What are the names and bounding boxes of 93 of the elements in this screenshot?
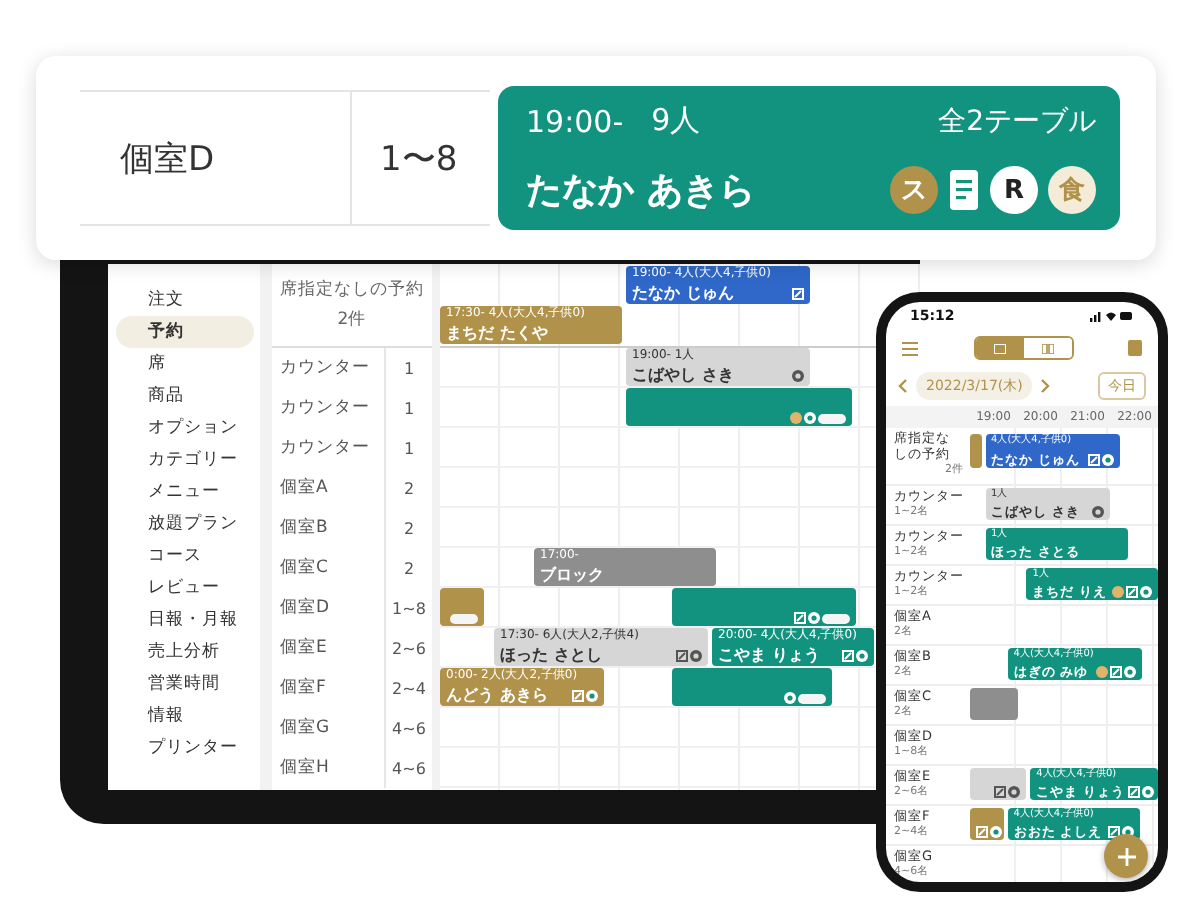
seat-capacity: 1〜8 (350, 92, 490, 224)
guest-name: こばやし さき (632, 368, 734, 384)
booking-card[interactable]: 19:00- 9人 全2テーブル たなか あきら ス R 食 (498, 86, 1120, 230)
seat-icon (856, 650, 868, 662)
sidebar-item[interactable]: 商品 (116, 380, 254, 412)
unassigned-count: 2件 (337, 308, 367, 332)
status-icons (1090, 310, 1134, 322)
person-icon (1096, 665, 1109, 678)
seat-icon (586, 690, 598, 702)
booking-time: 19:00- (526, 103, 624, 139)
menu-icon[interactable] (902, 341, 918, 355)
sidebar-item[interactable]: 売上分析 (116, 636, 254, 668)
seat-name: 個室G (278, 715, 332, 742)
seat-name: 個室F (278, 675, 328, 702)
seat-icon (1139, 585, 1152, 598)
columns-icon (1041, 343, 1053, 353)
edit-icon[interactable] (994, 786, 1007, 798)
tag-icon (798, 693, 826, 703)
sidebar-item[interactable]: 日報・月報 (116, 604, 254, 636)
chevron-left-icon[interactable] (898, 378, 908, 394)
booking-block[interactable] (672, 668, 832, 706)
sidebar-item[interactable]: コース (116, 540, 254, 572)
seat-capacity: 2 (384, 508, 432, 548)
seat-name: 個室A (278, 475, 330, 502)
tag-icon (822, 613, 850, 623)
seat-name: 個室C (278, 555, 330, 582)
staff-badge: ス (890, 166, 938, 214)
guest-name: こやま りょう (718, 648, 820, 664)
seat-icon (1102, 453, 1115, 466)
seat-icon (1008, 786, 1021, 798)
add-button[interactable] (1104, 834, 1148, 878)
seat-capacity: 2~6 (384, 628, 432, 668)
seat-capacity: 1~8 (384, 588, 432, 628)
party-size: 9人 (651, 102, 701, 140)
calendar-icon (993, 343, 1005, 353)
seat-icon (804, 412, 816, 424)
seat-capacity: 2 (384, 468, 432, 508)
seat-capacity: 1 (384, 348, 432, 388)
person-icon (790, 412, 802, 424)
guest-name: たなか じゅん (632, 286, 734, 302)
guest-name: まちだ たくや (446, 326, 548, 342)
sidebar-item[interactable]: 注文 (116, 284, 254, 316)
sidebar-item[interactable]: 情報 (116, 700, 254, 732)
sidebar-item[interactable]: プリンター (116, 732, 254, 764)
table-count: 全2テーブル (938, 103, 1096, 139)
tag-icon (818, 413, 846, 423)
sidebar-item[interactable]: 営業時間 (116, 668, 254, 700)
document-icon (948, 168, 980, 212)
view-toggle[interactable] (975, 338, 1023, 358)
logo-badge: R (990, 166, 1038, 214)
booking-block[interactable] (970, 768, 1027, 800)
seat-name: 個室E (278, 635, 329, 662)
sidebar-item[interactable]: メニュー (116, 476, 254, 508)
chevron-right-icon[interactable] (1040, 378, 1051, 394)
seat-capacity: 1 (384, 428, 432, 468)
guest-name: ブロック (540, 568, 604, 584)
seat-name: 個室B (278, 515, 330, 542)
booking-block[interactable] (970, 808, 1004, 840)
guest-name: ほった さとし (500, 648, 602, 664)
seat-icon (784, 692, 796, 704)
seat-icon (1091, 505, 1104, 518)
booking-block[interactable] (672, 588, 856, 626)
edit-icon[interactable] (676, 650, 688, 662)
seat-icon (792, 370, 804, 382)
guest-name: んどう あきら (446, 688, 548, 704)
seat-capacity: 1 (384, 388, 432, 428)
seat-capacity: 4~6 (384, 708, 432, 748)
sidebar-item[interactable]: レビュー (116, 572, 254, 604)
sidebar-item[interactable]: 席 (116, 348, 254, 380)
seat-name: 個室D (278, 595, 332, 622)
sidebar-item[interactable]: カテゴリー (116, 444, 254, 476)
food-badge: 食 (1048, 166, 1096, 214)
booking-block[interactable] (970, 688, 1019, 720)
seat-icon (1124, 665, 1137, 678)
guest-name: たなか あきら (526, 168, 755, 214)
seat-capacity: 2~4 (384, 668, 432, 708)
seat-name: カウンター (278, 396, 372, 422)
person-icon (1111, 585, 1124, 598)
seat-icon (990, 826, 1002, 838)
seat-icon (808, 612, 820, 624)
seat-icon (690, 650, 702, 662)
seat-name: カウンター (278, 356, 372, 382)
booking-block[interactable] (626, 388, 852, 426)
seat-name: 個室H (278, 755, 331, 782)
seat-name: 個室D (118, 137, 217, 183)
plus-icon (1117, 847, 1135, 865)
sidebar-item[interactable]: 予約 (116, 316, 254, 348)
unassigned-label: 席指定なしの予約 (280, 278, 424, 302)
seat-capacity: 4~6 (384, 748, 432, 788)
sidebar-item[interactable]: オプション (116, 412, 254, 444)
seat-capacity: 2 (384, 548, 432, 588)
seat-name: カウンター (278, 436, 372, 462)
sidebar-item[interactable]: 放題プラン (116, 508, 254, 540)
